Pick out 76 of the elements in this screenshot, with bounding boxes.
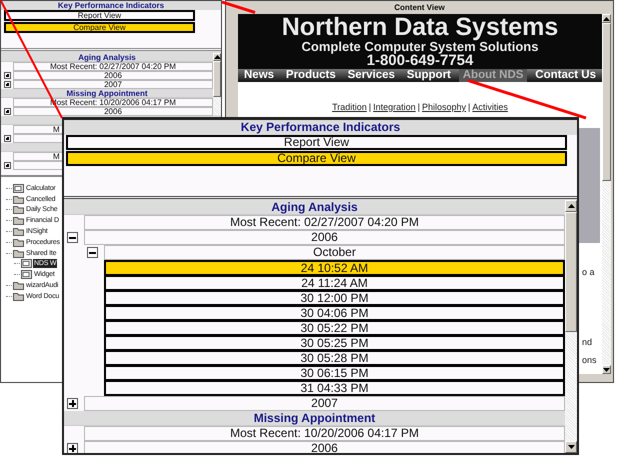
panel-title: Key Performance Indicators [64,120,577,135]
table-cell: Most Recent: 02/27/2007 04:20 PM [13,62,213,71]
collapse-button[interactable] [87,247,98,258]
table-cell: 2006 [13,71,213,80]
folder-icon [13,205,24,214]
folder-icon [13,238,24,247]
list-item[interactable]: 30 06:15 PM [106,367,563,379]
table-cell: 2006 [84,441,565,453]
folder-icon [13,292,24,301]
list-item[interactable]: 30 12:00 PM [106,292,563,304]
folder-icon [13,194,24,204]
pane-title: Content View [394,2,445,14]
link[interactable]: Tradition [332,102,367,112]
arrow-down-icon [568,445,574,449]
window-icon [21,259,32,268]
company-name: Northern Data Systems [280,14,560,40]
scrollbar[interactable] [565,200,577,453]
folder-icon [13,227,24,236]
list-item[interactable]: 30 04:06 PM [106,307,563,319]
phone-number: 1-800-649-7754 [366,53,474,69]
view-option[interactable]: Compare View [4,22,195,33]
nav-link[interactable]: Support [402,69,455,82]
callout-line [222,0,256,14]
table-cell: 2006 [13,107,213,116]
link[interactable]: Philosophy [422,102,466,112]
arrow-down-icon [603,368,610,372]
group-header: Missing Appointment [64,411,565,426]
separator: | [468,102,470,112]
table-cell: 2007 [84,396,565,411]
expand-button[interactable] [4,81,11,88]
nav-link[interactable]: Products [282,69,340,82]
table-cell: Most Recent: 02/27/2007 04:20 PM [84,215,565,230]
nav-link[interactable]: Contact Us [531,69,600,82]
folder-icon [13,248,24,258]
list-item[interactable]: 24 11:24 AM [106,277,563,289]
group-header: Aging Analysis [1,53,213,62]
nav-link[interactable]: News [240,69,278,82]
view-option[interactable]: Report View [66,135,567,150]
window-icon [13,184,24,193]
view-option[interactable]: Report View [4,10,195,21]
table-cell: 2007 [13,80,213,89]
tagline: Complete Computer System Solutions [300,40,538,53]
arrow-up-icon [568,204,574,208]
expand-button[interactable] [4,162,11,169]
view-option[interactable]: Compare View [66,151,567,166]
expand-button[interactable] [67,443,78,453]
folder-icon [13,216,24,226]
separator: | [418,102,420,112]
expand-button[interactable] [4,135,11,142]
list-item[interactable]: 31 04:33 PM [106,382,563,394]
group-header: Missing Appointment [1,89,213,98]
scrollbar[interactable] [602,14,611,374]
expand-button[interactable] [4,108,11,115]
arrow-up-icon [214,55,220,59]
link[interactable]: Activities [472,102,508,112]
expand-button[interactable] [67,398,78,409]
list-item[interactable]: 24 10:52 AM [106,262,563,274]
panel-title: Key Performance Indicators [1,1,221,10]
scrollbar[interactable] [213,53,221,115]
table-cell: October [104,245,565,260]
list-item[interactable]: 30 05:28 PM [106,352,563,364]
folder-icon [13,281,24,290]
expand-button[interactable] [4,72,11,79]
text-fragment: nd [582,337,594,347]
link[interactable]: Integration [373,102,416,112]
collapse-button[interactable] [67,232,78,243]
table-cell: 2006 [84,230,565,245]
text-fragment: ons [582,355,598,365]
list-item[interactable]: 30 05:25 PM [106,337,563,349]
nav-link[interactable]: Services [344,69,399,82]
group-header: Aging Analysis [64,200,565,215]
separator: | [368,102,372,112]
text-fragment: o a [582,267,596,277]
list-item[interactable]: 30 05:22 PM [106,322,563,334]
window-icon [21,270,32,280]
table-cell: Most Recent: 10/20/2006 04:17 PM [84,426,565,441]
